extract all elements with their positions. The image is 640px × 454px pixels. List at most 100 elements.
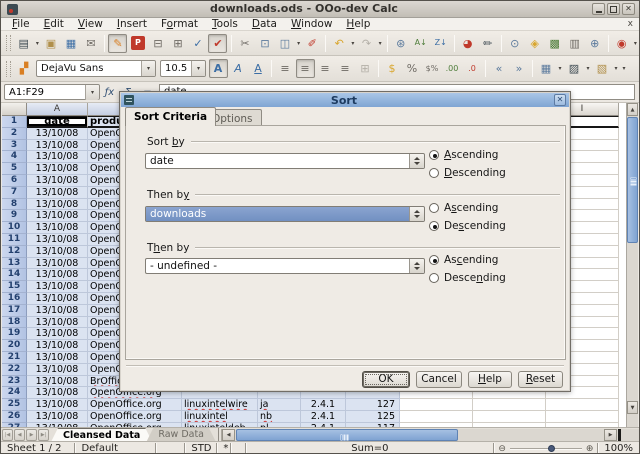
cell-A7[interactable]: 13/10/08 bbox=[27, 187, 88, 199]
copy-icon[interactable]: ⊡ bbox=[255, 34, 274, 53]
cell-G25[interactable] bbox=[400, 399, 473, 411]
font-name-dropdown-icon[interactable]: ▾ bbox=[141, 61, 155, 76]
cell-A23[interactable]: 13/10/08 bbox=[27, 376, 88, 388]
font-size-combo[interactable]: 10.5 ▾ bbox=[160, 60, 206, 77]
ascending-radio-2[interactable]: Ascending bbox=[429, 202, 498, 214]
zoom-slider-thumb[interactable] bbox=[548, 445, 555, 452]
row-header-6[interactable]: 6 bbox=[2, 175, 27, 187]
justify-icon[interactable]: ≡ bbox=[336, 59, 355, 78]
cell-A12[interactable]: 13/10/08 bbox=[27, 246, 88, 258]
row-header-22[interactable]: 22 bbox=[2, 364, 27, 376]
sheet-tab-cleansed-data[interactable]: Cleansed Data bbox=[51, 428, 152, 442]
row-header-15[interactable]: 15 bbox=[2, 281, 27, 293]
menu-tools[interactable]: Tools bbox=[205, 18, 245, 31]
radio-icon[interactable] bbox=[429, 168, 439, 178]
row-header-20[interactable]: 20 bbox=[2, 340, 27, 352]
font-size-dropdown-icon[interactable]: ▾ bbox=[191, 61, 205, 76]
gallery-icon[interactable]: ▩ bbox=[545, 34, 564, 53]
borders-dropdown-icon[interactable]: ▾ bbox=[556, 59, 564, 78]
align-center-icon[interactable]: ≡ bbox=[296, 59, 315, 78]
tab-sort-criteria[interactable]: Sort Criteria bbox=[125, 107, 216, 126]
row-header-21[interactable]: 21 bbox=[2, 352, 27, 364]
cell-F25[interactable]: 127 bbox=[346, 399, 400, 411]
email-icon[interactable]: ✉ bbox=[81, 34, 100, 53]
redo-icon[interactable]: ↷ bbox=[357, 34, 376, 53]
row-header-23[interactable]: 23 bbox=[2, 376, 27, 388]
row-header-7[interactable]: 7 bbox=[2, 187, 27, 199]
radio-icon[interactable] bbox=[429, 150, 439, 160]
background-color-dropdown-icon[interactable]: ▾ bbox=[584, 59, 592, 78]
cell-A22[interactable]: 13/10/08 bbox=[27, 364, 88, 376]
radio-icon[interactable] bbox=[429, 273, 439, 283]
background-color-icon[interactable]: ▨ bbox=[565, 59, 584, 78]
cell-B25[interactable]: OpenOffice.org bbox=[88, 399, 182, 411]
menu-data[interactable]: Data bbox=[245, 18, 284, 31]
percent-icon[interactable]: % bbox=[403, 59, 422, 78]
zoom-slider[interactable]: ⊖ ⊕ bbox=[494, 443, 598, 454]
cell-A18[interactable]: 13/10/08 bbox=[27, 317, 88, 329]
print-icon[interactable]: ⊟ bbox=[148, 34, 167, 53]
cell-A2[interactable]: 13/10/08 bbox=[27, 128, 88, 140]
descending-radio-2[interactable]: Descending bbox=[429, 220, 506, 232]
cancel-button[interactable]: Cancel bbox=[416, 371, 462, 388]
name-box[interactable]: A1:F29 ▾ bbox=[4, 84, 100, 100]
cell-G26[interactable] bbox=[400, 411, 473, 423]
currency-icon[interactable]: $ bbox=[383, 59, 402, 78]
cell-A8[interactable]: 13/10/08 bbox=[27, 199, 88, 211]
function-wizard-icon[interactable]: ƒx bbox=[101, 84, 118, 101]
vertical-scrollbar[interactable]: ▲ ▼ bbox=[626, 103, 638, 427]
borders-icon[interactable]: ▦ bbox=[537, 59, 556, 78]
align-left-icon[interactable]: ≡ bbox=[276, 59, 295, 78]
cell-A1[interactable]: date bbox=[27, 116, 88, 128]
underline-icon[interactable]: A bbox=[249, 59, 268, 78]
cell-A16[interactable]: 13/10/08 bbox=[27, 293, 88, 305]
sort-dialog-titlebar[interactable]: Sort ✕ bbox=[121, 93, 569, 107]
menu-insert[interactable]: Insert bbox=[110, 18, 154, 31]
ok-button[interactable]: OK bbox=[362, 371, 410, 388]
row-header-2[interactable]: 2 bbox=[2, 128, 27, 140]
paste-dropdown-icon[interactable]: ▾ bbox=[295, 34, 302, 53]
paste-icon[interactable]: ◫ bbox=[275, 34, 294, 53]
draw-functions-icon[interactable]: ✏ bbox=[478, 34, 497, 53]
undo-dropdown-icon[interactable]: ▾ bbox=[349, 34, 356, 53]
ascending-radio-3[interactable]: Ascending bbox=[429, 254, 498, 266]
sort-ascending-icon[interactable]: A↓ bbox=[411, 34, 430, 53]
row-header-24[interactable]: 24 bbox=[2, 387, 27, 399]
vertical-scrollbar-thumb[interactable] bbox=[627, 117, 638, 243]
sort-by-combo[interactable]: date bbox=[145, 153, 425, 169]
delete-decimal-icon[interactable]: .0 bbox=[463, 59, 482, 78]
zoom-percentage[interactable]: 100% bbox=[598, 443, 639, 454]
row-header-16[interactable]: 16 bbox=[2, 293, 27, 305]
row-header-13[interactable]: 13 bbox=[2, 258, 27, 270]
cell-A13[interactable]: 13/10/08 bbox=[27, 258, 88, 270]
chart-icon[interactable]: ◕ bbox=[458, 34, 477, 53]
cell-A25[interactable]: 13/10/08 bbox=[27, 399, 88, 411]
menu-file[interactable]: File bbox=[5, 18, 37, 31]
row-header-26[interactable]: 26 bbox=[2, 411, 27, 423]
descending-radio-1[interactable]: Descending bbox=[429, 167, 506, 179]
cell-A26[interactable]: 13/10/08 bbox=[27, 411, 88, 423]
align-right-icon[interactable]: ≡ bbox=[316, 59, 335, 78]
cell-A9[interactable]: 13/10/08 bbox=[27, 210, 88, 222]
scroll-down-icon[interactable]: ▼ bbox=[627, 401, 638, 414]
decrease-indent-icon[interactable]: « bbox=[490, 59, 509, 78]
radio-icon[interactable] bbox=[429, 255, 439, 265]
undo-icon[interactable]: ↶ bbox=[330, 34, 349, 53]
close-button[interactable]: ✕ bbox=[622, 3, 635, 15]
cell-A11[interactable]: 13/10/08 bbox=[27, 234, 88, 246]
row-header-25[interactable]: 25 bbox=[2, 399, 27, 411]
selection-mode[interactable]: STD bbox=[185, 443, 217, 454]
row-header-5[interactable]: 5 bbox=[2, 163, 27, 175]
cell-A19[interactable]: 13/10/08 bbox=[27, 328, 88, 340]
new-dropdown-icon[interactable]: ▾ bbox=[34, 34, 41, 53]
cell-A24[interactable]: 13/10/08 bbox=[27, 387, 88, 399]
edit-file-icon[interactable]: ✎ bbox=[108, 34, 127, 53]
last-sheet-icon[interactable]: ▶| bbox=[38, 429, 49, 441]
export-pdf-icon[interactable]: P bbox=[128, 34, 147, 53]
menu-window[interactable]: Window bbox=[284, 18, 339, 31]
combo-spin-icon[interactable] bbox=[409, 154, 424, 168]
row-header-18[interactable]: 18 bbox=[2, 317, 27, 329]
combo-spin-icon[interactable] bbox=[409, 259, 424, 273]
cell-A21[interactable]: 13/10/08 bbox=[27, 352, 88, 364]
zoom-slider-track[interactable] bbox=[510, 448, 582, 450]
